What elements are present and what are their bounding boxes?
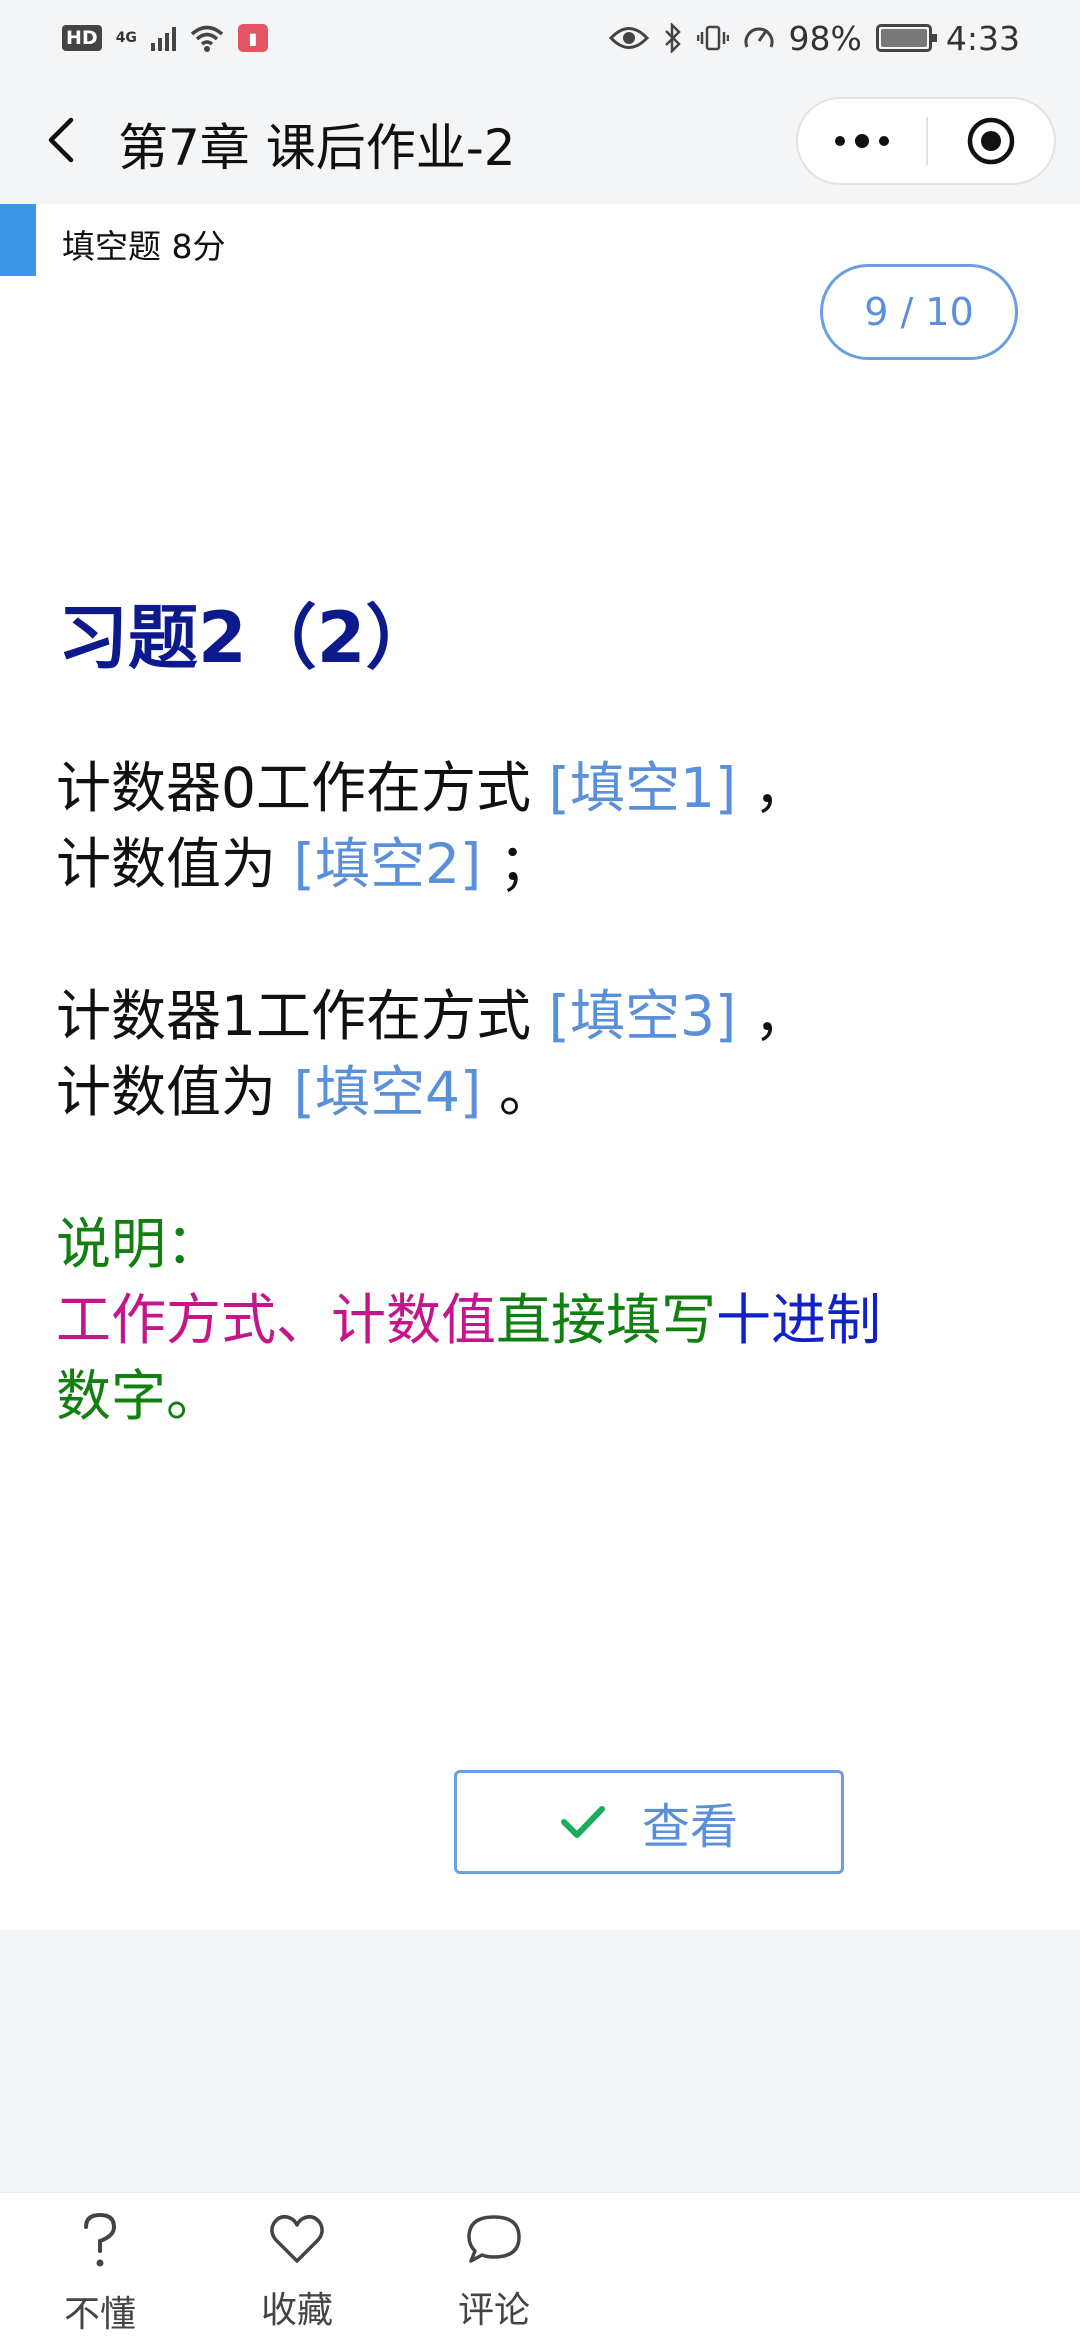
- blank-3: [填空3]: [548, 984, 737, 1048]
- bluetooth-icon: [664, 23, 681, 53]
- favorite-label: 收藏: [260, 2290, 333, 2331]
- view-answer-label: 查看: [641, 1799, 738, 1855]
- question-title: 习题2（2）: [58, 597, 436, 679]
- status-bar: HD 4G ▮ 98% 4:33: [0, 0, 1080, 76]
- type-indicator: [0, 204, 36, 276]
- more-icon[interactable]: [798, 99, 926, 183]
- question-line: 计数值为 [填空2] ；: [56, 832, 554, 896]
- comment-icon: [467, 2215, 521, 2263]
- check-icon: [560, 1806, 605, 1838]
- battery-percent: 98%: [788, 18, 862, 58]
- target-icon: [967, 117, 1015, 165]
- favorite-button[interactable]: 收藏: [237, 2211, 357, 2333]
- hd-badge: HD: [62, 25, 102, 51]
- dont-understand-button[interactable]: 不懂: [40, 2211, 160, 2337]
- comment-button[interactable]: 评论: [434, 2211, 554, 2333]
- battery-icon: [875, 24, 937, 52]
- status-right: 98% 4:33: [608, 18, 1020, 58]
- note-text: 工作方式、计数值直接填写十进制 数字。: [56, 1288, 882, 1428]
- heart-icon: [270, 2215, 324, 2263]
- clock: 4:33: [945, 18, 1020, 58]
- status-left: HD 4G ▮: [62, 24, 268, 52]
- wifi-icon: [190, 25, 224, 52]
- question-line: 计数器0工作在方式 [填空1] ，: [56, 756, 809, 820]
- reading-app-icon: ▮: [237, 24, 268, 52]
- view-answer-button[interactable]: 查看: [454, 1770, 844, 1874]
- blank-1: [填空1]: [548, 756, 737, 820]
- network-type: 4G: [115, 30, 137, 46]
- blank-4: [填空4]: [293, 1060, 482, 1124]
- comment-label: 评论: [457, 2290, 530, 2331]
- nav-bar: 第7章 课后作业-2: [0, 76, 1080, 204]
- dont-understand-label: 不懂: [63, 2294, 136, 2335]
- eye-icon: [608, 27, 649, 49]
- question-type-label: 填空题 8分: [62, 227, 226, 266]
- page-title: 第7章 课后作业-2: [118, 119, 516, 177]
- question-card: 填空题 8分 9 / 10 习题2（2） 计数器0工作在方式 [填空1] ， 计…: [0, 204, 1080, 1930]
- close-mini-program-button[interactable]: [928, 99, 1054, 183]
- question-body: 计数器0工作在方式 [填空1] ， 计数值为 [填空2] ； 计数器1工作在方式…: [56, 750, 1036, 1434]
- back-button[interactable]: [32, 110, 88, 170]
- question-icon: [84, 2212, 117, 2267]
- bottom-action-bar: 不懂 收藏 评论: [0, 2192, 1080, 2340]
- question-line: 计数器1工作在方式 [填空3] ，: [56, 984, 809, 1048]
- chevron-left-icon: [48, 117, 74, 163]
- question-counter[interactable]: 9 / 10: [820, 264, 1018, 360]
- speed-icon: [744, 27, 774, 48]
- signal-icon: [150, 25, 176, 51]
- question-line: 计数值为 [填空4] 。: [56, 1060, 554, 1124]
- mini-program-capsule: [796, 97, 1056, 185]
- vibrate-icon: [696, 25, 729, 51]
- note-label: 说明：: [56, 1212, 222, 1276]
- blank-2: [填空2]: [293, 832, 482, 896]
